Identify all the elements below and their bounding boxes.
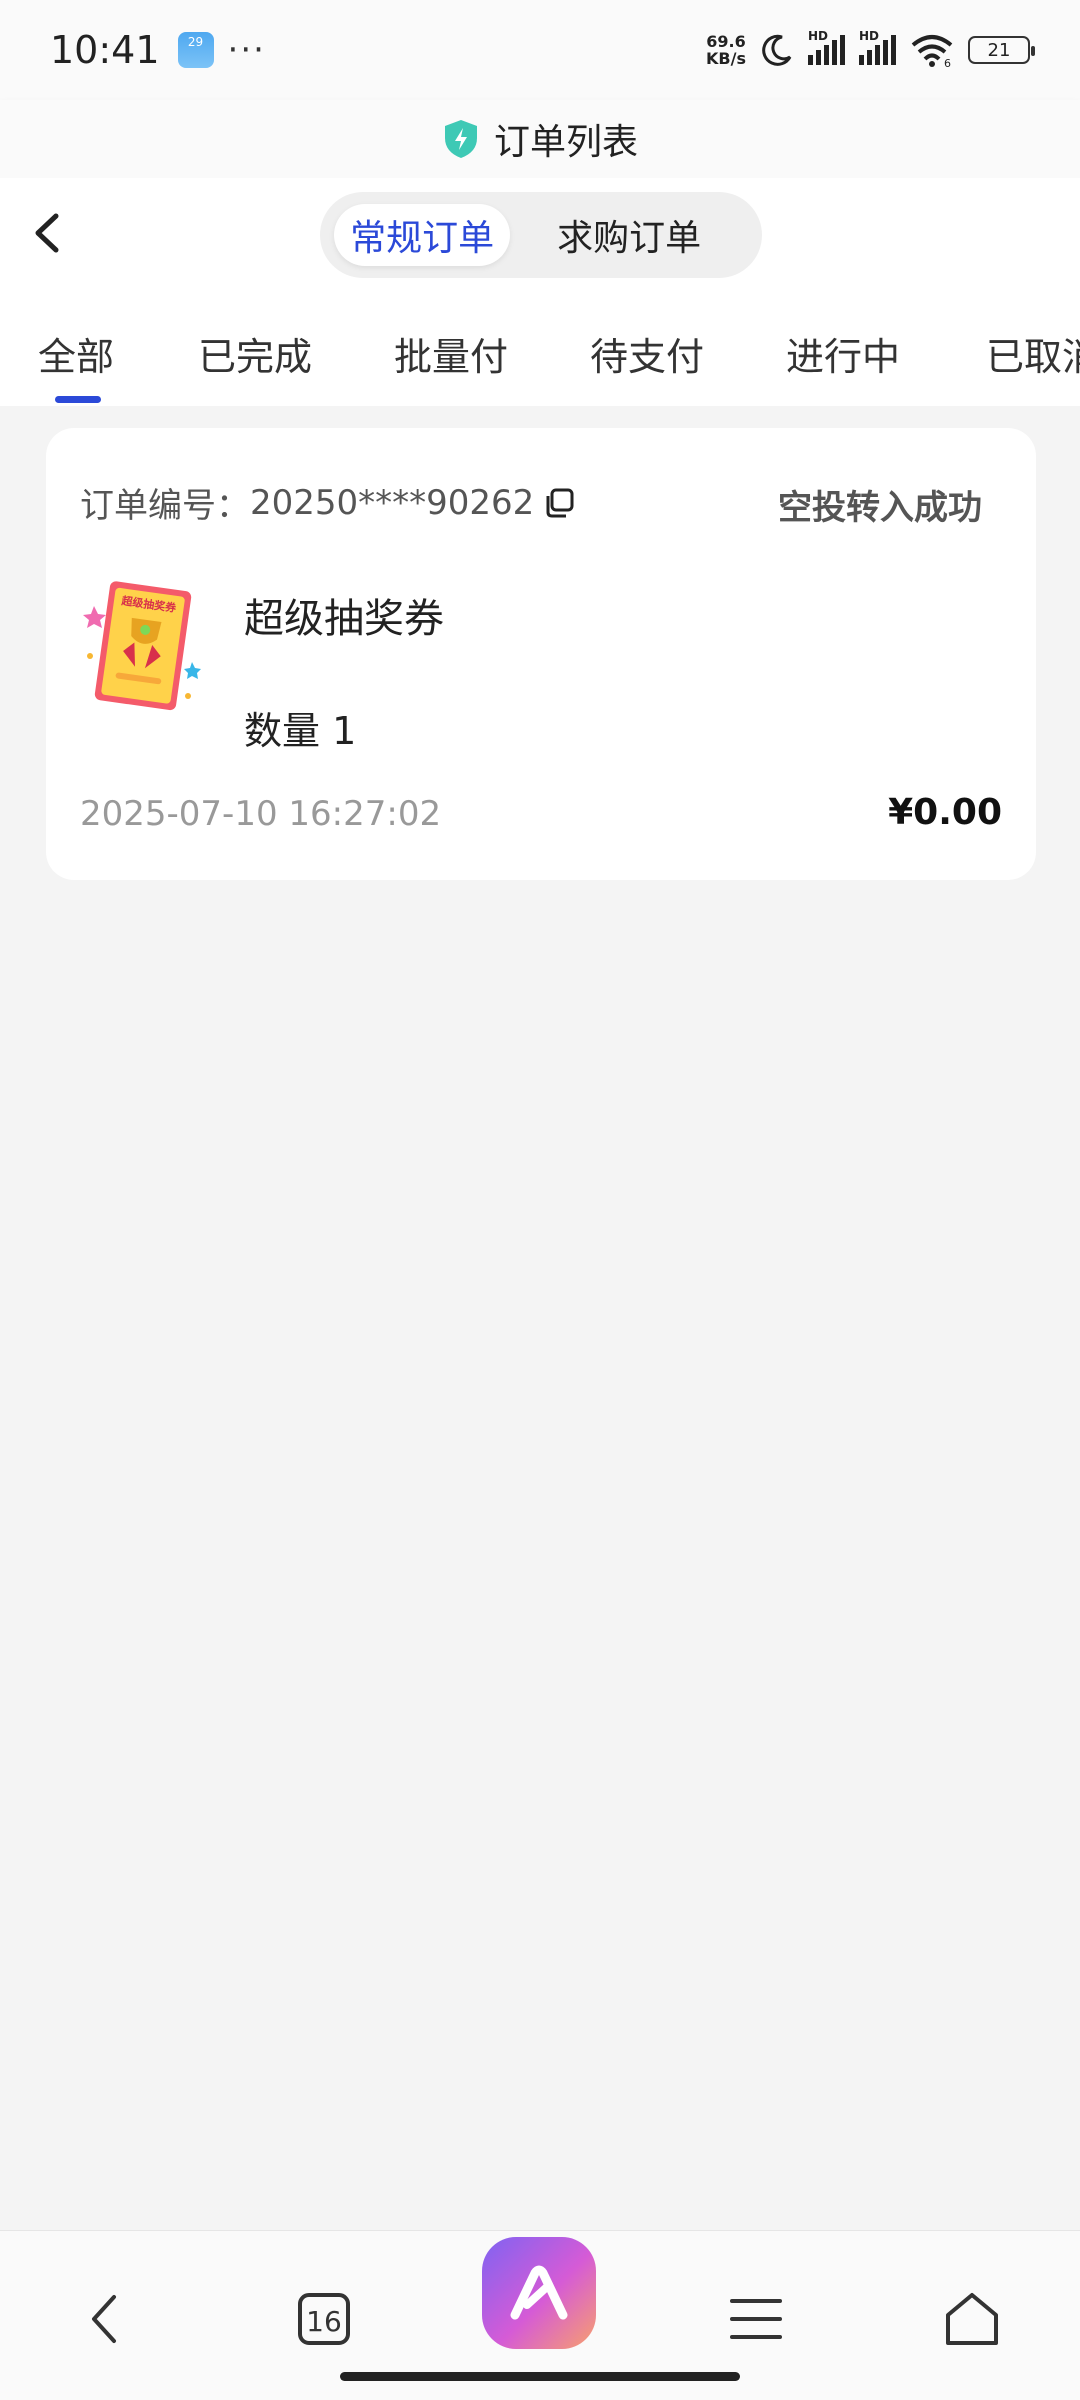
- tab-pending-payment[interactable]: 待支付: [590, 326, 704, 381]
- status-time: 10:41: [50, 28, 160, 72]
- filter-tabs: 全部 已完成 批量付 待支付 进行中 已取消: [0, 288, 1080, 406]
- tab-batch-pay[interactable]: 批量付: [394, 326, 508, 381]
- app-logo-glyph: [510, 2265, 568, 2320]
- order-number-value: 20250****90262: [250, 482, 535, 523]
- product-quantity: 数量 1: [244, 709, 357, 753]
- tab-in-progress[interactable]: 进行中: [786, 326, 900, 381]
- page-title: 订单列表: [493, 122, 638, 163]
- order-number-label: 订单编号：: [80, 486, 250, 526]
- wifi-icon: 6: [911, 35, 953, 67]
- copy-icon[interactable]: [542, 486, 576, 520]
- svg-text:16: 16: [306, 2305, 342, 2338]
- menu-icon[interactable]: [726, 2289, 786, 2349]
- product-image: 超级抽奖券: [83, 581, 201, 711]
- tab-completed[interactable]: 已完成: [198, 326, 312, 381]
- back-button[interactable]: [24, 208, 74, 258]
- segment-regular-orders[interactable]: 常规订单: [334, 204, 511, 266]
- order-status: 空投转入成功: [778, 488, 982, 528]
- network-speed: 69.6 KB/s: [706, 32, 746, 68]
- product-name: 超级抽奖券: [244, 596, 444, 642]
- battery-icon: 21: [968, 36, 1035, 64]
- status-bar: 10:41 29 ··· 69.6 KB/s HD HD 6 21: [0, 0, 1080, 100]
- segment-purchase-orders[interactable]: 求购订单: [510, 204, 748, 266]
- svg-text:6: 6: [944, 57, 951, 67]
- signal-icon: HD: [808, 29, 845, 65]
- order-type-switch: 常规订单 求购订单: [320, 192, 762, 278]
- home-icon[interactable]: [942, 2289, 1002, 2349]
- order-number: 订单编号： 20250****90262: [80, 478, 576, 527]
- back-icon[interactable]: [76, 2289, 136, 2349]
- order-price: ¥0.00: [888, 792, 1002, 833]
- title-bar: 订单列表: [0, 100, 1080, 178]
- header: 常规订单 求购订单: [0, 178, 1080, 288]
- active-tab-indicator: [55, 396, 101, 403]
- order-card[interactable]: 订单编号： 20250****90262 空投转入成功 超级抽奖券 超级抽奖券 …: [46, 428, 1036, 880]
- status-indicators: 69.6 KB/s HD HD 6 21: [706, 29, 1035, 68]
- signal-icon-2: HD: [859, 29, 896, 65]
- order-date: 2025-07-10 16:27:02: [80, 794, 442, 834]
- more-notifications-icon: ···: [227, 30, 266, 70]
- tab-cancelled[interactable]: 已取消: [986, 326, 1080, 381]
- tabs-icon[interactable]: 16: [294, 2289, 354, 2349]
- shield-lightning-icon: [444, 120, 477, 158]
- tab-all[interactable]: 全部: [38, 326, 114, 381]
- moon-icon: [762, 34, 792, 66]
- app-logo-icon[interactable]: [482, 2237, 596, 2349]
- weather-icon: 29: [177, 32, 214, 68]
- home-indicator[interactable]: [340, 2372, 740, 2381]
